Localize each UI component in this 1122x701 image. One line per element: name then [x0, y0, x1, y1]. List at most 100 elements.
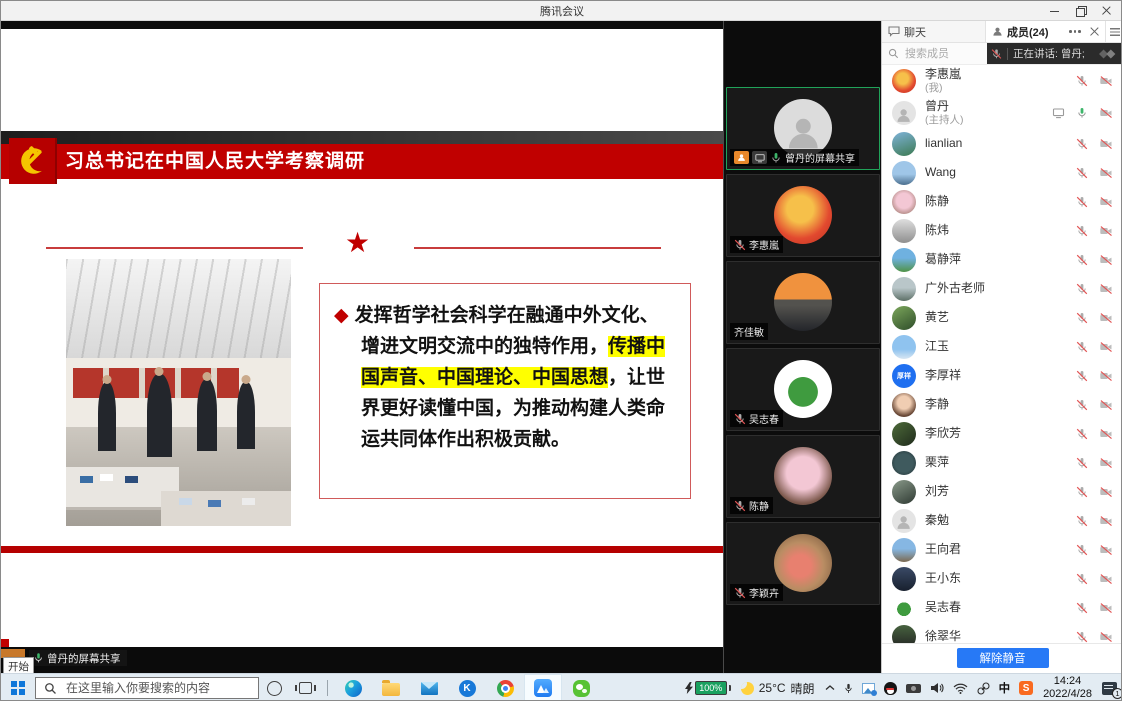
member-row[interactable]: Wang	[882, 158, 1122, 187]
camera-off-icon	[1099, 138, 1113, 150]
wifi-icon[interactable]	[953, 683, 968, 694]
notification-center-icon[interactable]: 1	[1102, 682, 1117, 695]
speaker-icon[interactable]	[930, 682, 944, 694]
clock-time: 14:24	[1043, 675, 1092, 688]
thumbnail-name-label: 吴志春	[730, 410, 783, 427]
taskbar-app-chrome[interactable]	[486, 674, 524, 701]
tab-members[interactable]: 成员(24)	[986, 21, 1063, 42]
more-icon[interactable]	[1069, 30, 1081, 33]
start-button[interactable]	[1, 674, 35, 701]
diamond-bullet-icon: ◆	[334, 305, 349, 326]
taskbar-app-tencent-meeting[interactable]	[524, 674, 562, 701]
share-status-pill: 曾丹的屏幕共享	[29, 650, 127, 666]
taskbar-app-edge[interactable]	[334, 674, 372, 701]
video-thumbnail[interactable]: 陈静	[726, 435, 880, 518]
mic-muted-icon	[734, 587, 746, 599]
video-thumbnail[interactable]: 曾丹的屏幕共享	[726, 87, 880, 170]
member-row[interactable]: 广外古老师	[882, 274, 1122, 303]
member-role-label: (我)	[925, 82, 961, 94]
photos-tray-icon[interactable]	[862, 683, 875, 694]
video-thumbnail[interactable]: 李颖卉	[726, 522, 880, 605]
member-row[interactable]: 刘芳	[882, 477, 1122, 506]
mic-muted-icon	[1076, 167, 1088, 179]
member-row[interactable]: 秦勉	[882, 506, 1122, 535]
battery-indicator[interactable]: 100%	[685, 681, 731, 695]
link-tray-icon[interactable]	[977, 682, 990, 695]
member-row[interactable]: 曾丹(主持人)	[882, 97, 1122, 129]
camera-off-icon	[1099, 283, 1113, 295]
mic-muted-icon	[1076, 75, 1088, 87]
taskbar-search-box[interactable]	[35, 677, 259, 699]
unmute-button[interactable]: 解除静音	[957, 648, 1049, 668]
member-name: 李厚祥	[925, 369, 961, 383]
close-icon[interactable]	[1101, 5, 1113, 17]
video-thumbnail[interactable]: 李惠嵐	[726, 174, 880, 257]
member-row[interactable]: 陈炜	[882, 216, 1122, 245]
camera-off-icon	[1099, 75, 1113, 87]
mic-muted-icon	[1076, 138, 1088, 150]
panel-tab-bar: 聊天 成员(24)	[882, 21, 1122, 43]
member-row[interactable]: 李惠嵐(我)	[882, 65, 1122, 97]
taskbar-app-wechat[interactable]	[562, 674, 600, 701]
member-row[interactable]: lianlian	[882, 129, 1122, 158]
taskbar-search-input[interactable]	[64, 680, 234, 696]
panel-menu-button[interactable]	[1105, 21, 1122, 42]
microphone-tray-icon[interactable]	[844, 682, 853, 695]
member-row[interactable]: 葛静萍	[882, 245, 1122, 274]
member-avatar	[892, 538, 916, 562]
camera-off-icon	[1099, 602, 1113, 614]
camera-tray-icon[interactable]	[906, 684, 921, 693]
ime-indicator[interactable]: 中	[999, 680, 1011, 696]
video-thumbnail[interactable]: 吴志春	[726, 348, 880, 431]
member-row[interactable]: 栗萍	[882, 448, 1122, 477]
member-row[interactable]: 吴志春	[882, 593, 1122, 622]
restore-icon[interactable]	[1075, 5, 1087, 17]
taskbar-clock[interactable]: 14:24 2022/4/28	[1043, 675, 1092, 701]
participant-avatar	[774, 273, 832, 331]
qq-tray-icon[interactable]	[884, 682, 897, 695]
taskbar-app-k-app[interactable]: K	[448, 674, 486, 701]
task-view-button[interactable]	[289, 674, 321, 701]
screen-share-icon	[1052, 107, 1065, 119]
panel-close-icon[interactable]	[1090, 27, 1099, 36]
member-search-box[interactable]	[882, 43, 987, 64]
member-avatar	[892, 306, 916, 330]
mic-muted-icon	[1076, 515, 1088, 527]
share-status-label: 曾丹的屏幕共享	[47, 651, 121, 666]
sogou-input-icon[interactable]: S	[1019, 681, 1033, 695]
member-row[interactable]: 厚祥李厚祥	[882, 361, 1122, 390]
slide-photo	[66, 259, 291, 526]
member-row[interactable]: 李欣芳	[882, 419, 1122, 448]
member-row[interactable]: 李静	[882, 390, 1122, 419]
weather-widget[interactable]: 25°C 晴朗	[741, 680, 815, 697]
member-row[interactable]: 黄艺	[882, 303, 1122, 332]
cortana-button[interactable]	[259, 674, 289, 701]
slide-title: 习总书记在中国人民大学考察调研	[65, 144, 365, 179]
member-row[interactable]: 徐翠华	[882, 622, 1122, 643]
member-search-input[interactable]	[903, 47, 978, 61]
member-avatar	[892, 625, 916, 644]
member-row[interactable]: 王向君	[882, 535, 1122, 564]
taskbar-app-mail[interactable]	[410, 674, 448, 701]
wechat-icon	[573, 680, 590, 697]
minimize-icon[interactable]	[1049, 5, 1061, 17]
camera-off-icon	[1099, 457, 1113, 469]
chevron-up-icon[interactable]	[825, 684, 835, 692]
mic-on-icon	[770, 152, 782, 164]
slide-bottom-bar	[1, 546, 723, 553]
windows-taskbar: K 100% 25°C 晴朗 中 S	[1, 673, 1122, 701]
member-row[interactable]: 陈静	[882, 187, 1122, 216]
mic-muted-icon	[1076, 312, 1088, 324]
member-row[interactable]: 王小东	[882, 564, 1122, 593]
member-name: 广外古老师	[925, 282, 985, 296]
member-row[interactable]: 江玉	[882, 332, 1122, 361]
member-avatar	[892, 451, 916, 475]
tab-chat[interactable]: 聊天	[882, 21, 986, 42]
taskbar-app-explorer[interactable]	[372, 674, 410, 701]
panel-footer: 解除静音	[882, 643, 1122, 673]
logo-watermark-icon	[1099, 48, 1119, 60]
member-list[interactable]: 李惠嵐(我)曾丹(主持人)lianlianWang陈静陈炜葛静萍广外古老师黄艺江…	[882, 65, 1122, 643]
video-thumbnail[interactable]: 齐佳敏	[726, 261, 880, 344]
mic-muted-icon	[1076, 602, 1088, 614]
member-name: 曾丹	[925, 100, 964, 114]
